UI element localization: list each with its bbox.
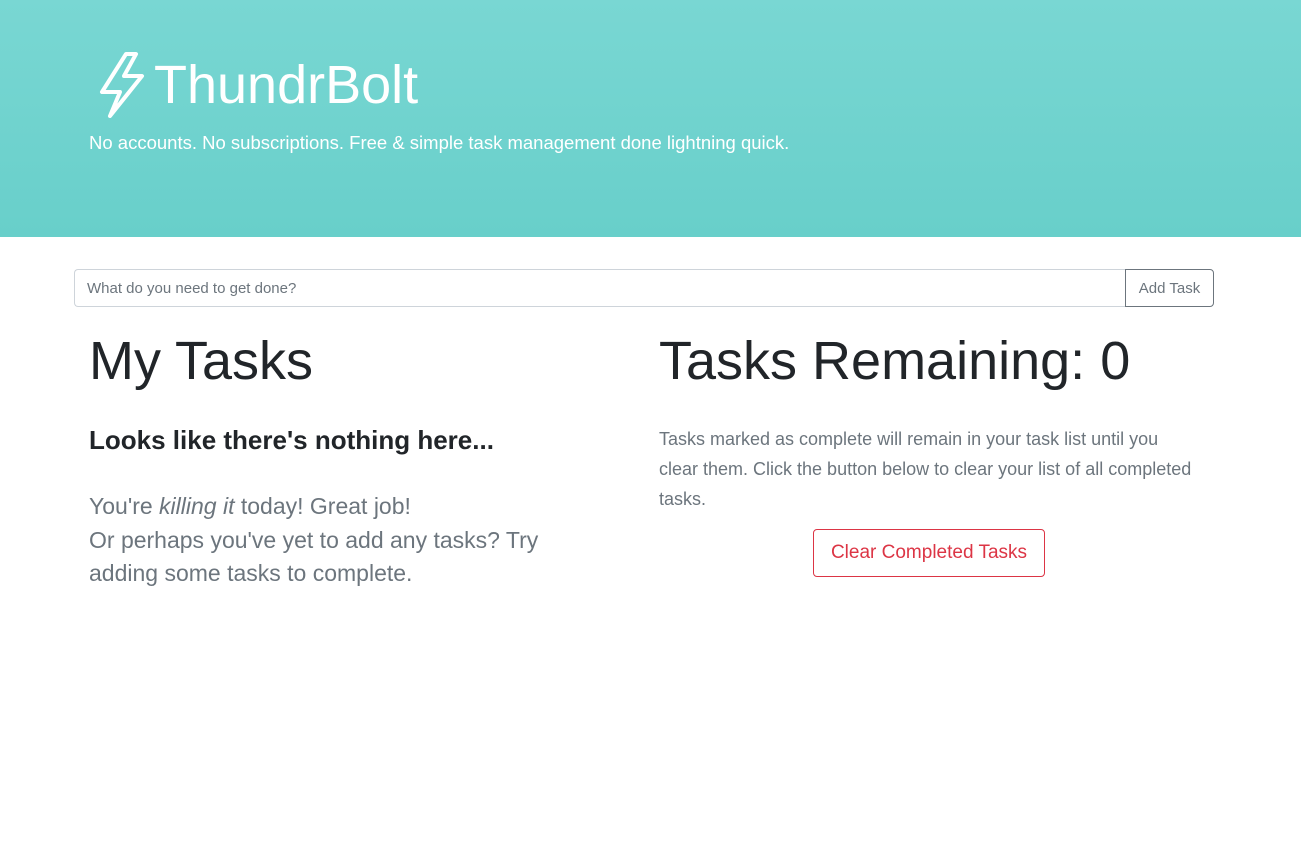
empty-line2: Or perhaps you've yet to add any tasks? … xyxy=(89,526,539,587)
empty-line1-emphasis: killing it xyxy=(159,493,235,519)
my-tasks-section: My Tasks Looks like there's nothing here… xyxy=(89,326,609,591)
empty-state-message: You're killing it today! Great job! Or pe… xyxy=(89,490,609,591)
clear-info-text: Tasks marked as complete will remain in … xyxy=(659,429,1192,509)
tagline: No accounts. No subscriptions. Free & si… xyxy=(89,132,790,153)
tasks-remaining-count: 0 xyxy=(1100,331,1131,391)
tasks-remaining-label: Tasks Remaining: xyxy=(659,331,1101,391)
my-tasks-title: My Tasks xyxy=(89,331,314,391)
new-task-input[interactable] xyxy=(74,269,1125,307)
add-task-button[interactable]: Add Task xyxy=(1125,269,1214,307)
add-task-form: Add Task xyxy=(74,269,1214,307)
brand: ThundrBolt xyxy=(96,50,418,120)
hero-banner: ThundrBolt No accounts. No subscriptions… xyxy=(0,0,1301,237)
empty-line1-suffix: today! Great job! xyxy=(234,493,411,519)
clear-button-wrap: Clear Completed Tasks xyxy=(659,529,1199,577)
lightning-bolt-icon xyxy=(100,52,144,118)
tasks-remaining-title: Tasks Remaining: 0 xyxy=(659,326,1199,396)
empty-line1-prefix: You're xyxy=(89,493,160,519)
app-title: ThundrBolt xyxy=(154,55,419,115)
empty-state-heading: Looks like there's nothing here... xyxy=(89,425,494,455)
clear-completed-button[interactable]: Clear Completed Tasks xyxy=(813,529,1045,577)
remaining-section: Tasks Remaining: 0 Tasks marked as compl… xyxy=(659,326,1199,577)
